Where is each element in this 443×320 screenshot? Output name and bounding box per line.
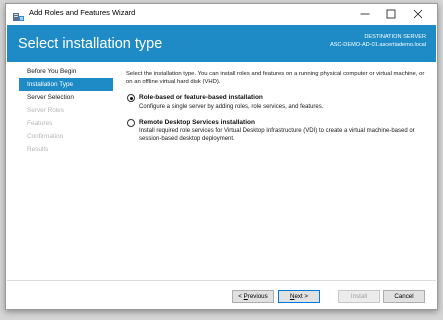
maximize-button[interactable] (378, 4, 404, 24)
main-content: Select the installation type. You can in… (126, 66, 426, 143)
title-bar: Add Roles and Features Wizard (6, 4, 437, 24)
nav-item-confirmation: Confirmation (27, 133, 64, 140)
radio-remote-desktop[interactable] (127, 118, 135, 127)
window-title: Add Roles and Features Wizard (29, 8, 136, 17)
nav-item-server-roles: Server Roles (27, 107, 64, 114)
nav-item-installation-type[interactable]: Installation Type (19, 78, 113, 91)
previous-label-rest: revious (247, 293, 268, 300)
option-title: Role-based or feature-based installation (139, 94, 263, 101)
previous-button[interactable]: < Previous (232, 290, 274, 303)
nav-item-server-selection[interactable]: Server Selection (19, 91, 113, 104)
wizard-steps-nav: Before You Begin Installation Type Serve… (19, 65, 113, 156)
option-description: Configure a single server by adding role… (139, 103, 324, 110)
minimize-button[interactable] (352, 4, 378, 24)
page-title: Select installation type (18, 36, 163, 52)
option-role-based[interactable]: Role-based or feature-based installation… (126, 94, 426, 111)
radio-role-based[interactable] (127, 94, 135, 102)
wizard-header: Select installation type DESTINATION SER… (7, 25, 436, 62)
close-button[interactable] (405, 4, 431, 24)
close-icon (413, 9, 423, 19)
nav-item-features: Features (27, 120, 53, 127)
maximize-icon (386, 9, 396, 19)
wizard-window: Add Roles and Features Wizard Select ins… (5, 3, 438, 310)
install-button: Install (338, 290, 380, 303)
minimize-icon (360, 13, 370, 15)
server-manager-icon (13, 9, 24, 21)
option-title: Remote Desktop Services installation (139, 118, 255, 126)
intro-text: Select the installation type. You can in… (126, 71, 425, 85)
next-label-rest: ext > (294, 293, 309, 300)
option-description: Install required role services for Virtu… (139, 128, 415, 142)
destination-server-name: ASC-DEMO-AD-01.ascertiademo.local (329, 42, 426, 48)
cancel-button[interactable]: Cancel (383, 290, 425, 303)
footer-divider (7, 280, 436, 281)
option-remote-desktop[interactable]: Remote Desktop Services installation Ins… (126, 118, 426, 144)
nav-item-before-you-begin[interactable]: Before You Begin (19, 65, 113, 78)
destination-server-label: DESTINATION SERVER (364, 34, 426, 40)
nav-item-results: Results (27, 146, 49, 153)
next-button[interactable]: Next > (278, 290, 320, 303)
